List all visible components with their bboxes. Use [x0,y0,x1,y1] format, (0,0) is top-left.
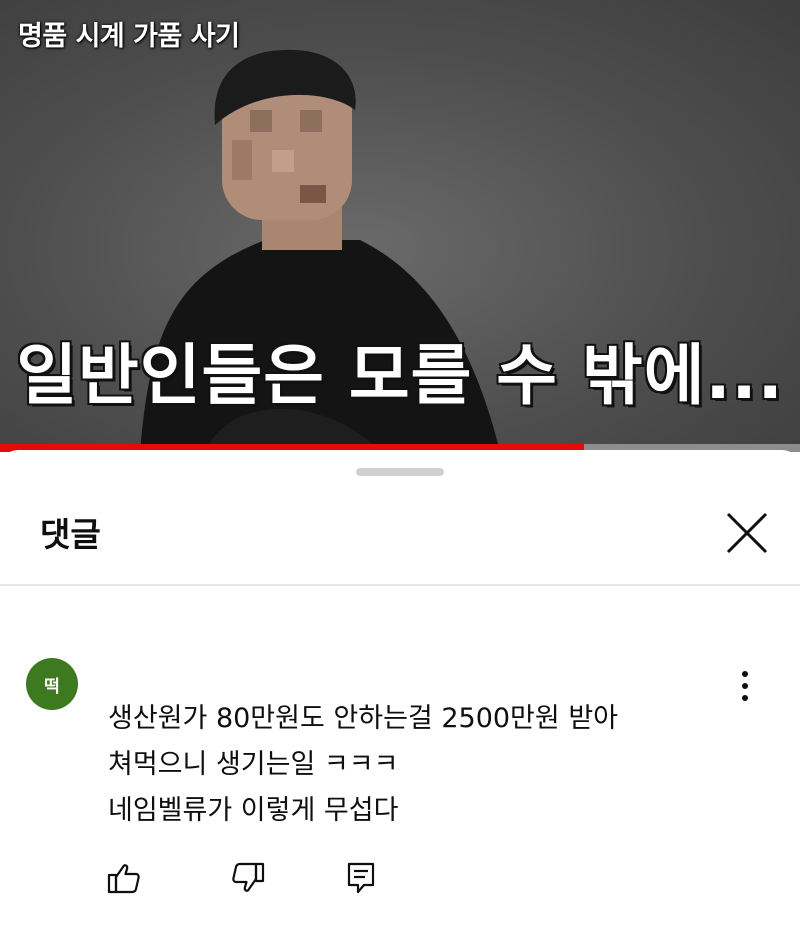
avatar[interactable]: 떡 [26,658,78,710]
like-button[interactable] [106,860,142,896]
like-icon [107,864,140,894]
reply-button[interactable] [344,860,380,896]
close-icon [726,512,768,554]
comment-body: 생산원가 80만원도 안하는걸 2500만원 받아 쳐먹으니 생기는일 ㅋㅋㅋ … [108,696,708,834]
dislike-button[interactable] [230,860,266,896]
video-player[interactable]: 명품 시계 가품 사기 일반인들은 모를 수 밖에... [0,0,800,452]
video-title: 명품 시계 가품 사기 [18,21,240,52]
comments-sheet: 댓글 떡 생산원가 80만원도 안하는걸 2500만원 받아 쳐먹으니 생기는일… [0,450,800,934]
drag-handle[interactable] [356,468,444,476]
comments-title: 댓글 [40,515,101,554]
comment-line: 생산원가 80만원도 안하는걸 2500만원 받아 [108,703,618,734]
comment-line: 쳐먹으니 생기는일 ㅋㅋㅋ [108,749,399,780]
close-button[interactable] [722,508,772,558]
more-vertical-icon [742,671,748,701]
dislike-icon [232,862,265,892]
reply-icon [347,862,375,894]
video-subtitle: 일반인들은 모를 수 밖에... [15,336,784,416]
comment-menu-button[interactable] [730,668,760,704]
header-divider [0,584,800,586]
comment-line: 네임벨류가 이렇게 무섭다 [108,795,399,826]
